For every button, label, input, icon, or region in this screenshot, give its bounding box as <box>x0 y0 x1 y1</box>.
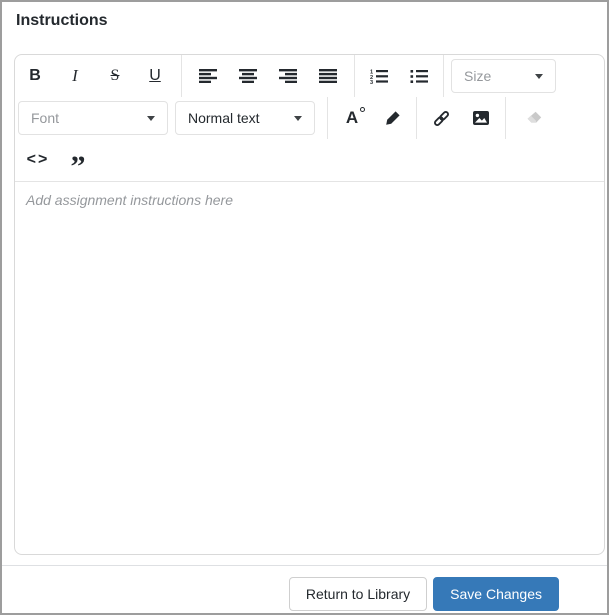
align-justify-icon <box>319 69 337 83</box>
toolbar-row-3: <> ” <box>15 139 604 182</box>
blockquote-button[interactable]: ” <box>58 139 98 182</box>
paragraph-style-dropdown[interactable]: Normal text <box>175 101 315 135</box>
instructions-panel: Instructions B I S U 1 2 3 Size Font Nor… <box>0 0 609 615</box>
text-style-group: B I S U <box>15 55 182 97</box>
page-title: Instructions <box>16 12 108 29</box>
align-right-icon <box>279 69 297 83</box>
editor-content-area[interactable]: Add assignment instructions here <box>15 182 604 554</box>
return-to-library-button[interactable]: Return to Library <box>288 577 428 611</box>
paragraph-style-value: Normal text <box>188 110 260 126</box>
strikethrough-button[interactable]: S <box>95 55 135 97</box>
editor-toolbar: B I S U 1 2 3 Size Font Normal text A <>… <box>15 55 604 182</box>
link-icon <box>433 110 449 126</box>
size-dropdown[interactable]: Size <box>451 59 556 93</box>
align-left-button[interactable] <box>188 55 228 97</box>
eraser-icon <box>527 111 542 123</box>
chevron-down-icon <box>294 115 302 121</box>
footer-divider <box>2 565 607 566</box>
save-changes-button[interactable]: Save Changes <box>433 577 559 611</box>
font-dropdown[interactable]: Font <box>18 101 168 135</box>
color-group: A <box>327 97 417 139</box>
ordered-list-icon: 1 2 3 <box>370 69 388 84</box>
highlight-button[interactable] <box>372 97 412 139</box>
list-group: 1 2 3 <box>355 55 444 97</box>
align-center-button[interactable] <box>228 55 268 97</box>
editor-placeholder: Add assignment instructions here <box>26 192 233 208</box>
ordered-list-button[interactable]: 1 2 3 <box>359 55 399 97</box>
align-center-icon <box>239 69 257 83</box>
italic-button[interactable]: I <box>55 55 95 97</box>
align-right-button[interactable] <box>268 55 308 97</box>
text-color-button[interactable]: A <box>332 97 372 139</box>
align-justify-button[interactable] <box>308 55 348 97</box>
alignment-group <box>182 55 355 97</box>
font-dropdown-placeholder: Font <box>31 110 60 126</box>
toolbar-row-1: B I S U 1 2 3 Size <box>15 55 604 97</box>
image-button[interactable] <box>461 97 501 139</box>
clear-formatting-button[interactable] <box>514 97 554 139</box>
underline-button[interactable]: U <box>135 55 175 97</box>
svg-text:3: 3 <box>370 80 373 84</box>
chevron-down-icon <box>147 115 155 121</box>
chevron-down-icon <box>535 73 543 79</box>
toolbar-row-2: Font Normal text A <box>15 97 604 139</box>
link-button[interactable] <box>421 97 461 139</box>
insert-group <box>417 97 506 139</box>
text-color-icon: A <box>346 107 366 128</box>
image-icon <box>473 111 489 125</box>
align-left-icon <box>199 69 217 83</box>
unordered-list-button[interactable] <box>399 55 439 97</box>
code-button[interactable]: <> <box>18 139 58 181</box>
rich-text-editor: B I S U 1 2 3 Size Font Normal text A <>… <box>14 54 605 555</box>
size-dropdown-placeholder: Size <box>464 68 492 84</box>
footer-actions: Return to Library Save Changes <box>2 577 559 611</box>
highlighter-icon <box>385 110 400 125</box>
unordered-list-icon <box>410 69 428 83</box>
bold-button[interactable]: B <box>15 55 55 97</box>
